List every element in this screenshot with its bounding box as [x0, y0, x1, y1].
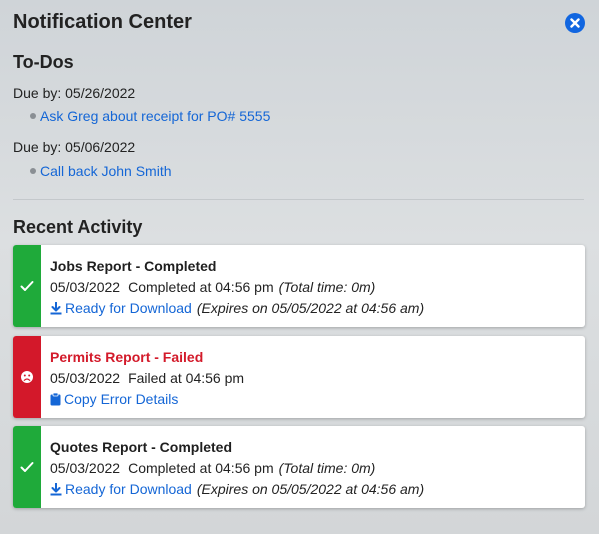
download-icon — [50, 301, 62, 314]
activity-card: Jobs Report - Completed 05/03/2022 Comple… — [13, 245, 585, 327]
activity-status-line: 05/03/2022 Completed at 04:56 pm (Total ti… — [50, 460, 375, 476]
recent-activity-heading: Recent Activity — [13, 217, 143, 237]
bullet-icon — [30, 168, 36, 174]
expiry-note: (Expires on 05/05/2022 at 04:56 am) — [196, 300, 425, 316]
todos-heading: To-Dos — [13, 52, 74, 72]
activity-date: 05/03/2022 — [50, 460, 121, 476]
todo-link[interactable]: Call back John Smith — [40, 163, 172, 179]
activity-extra: (Total time: 0m) — [278, 279, 376, 295]
todo-item[interactable]: Ask Greg about receipt for PO# 5555 — [30, 108, 270, 124]
download-icon — [50, 482, 62, 495]
download-link[interactable]: Ready for Download — [65, 300, 192, 316]
status-bar-success — [13, 245, 41, 327]
activity-status-text: Completed at 04:56 pm — [128, 279, 274, 295]
check-icon — [20, 281, 34, 291]
activity-card: Quotes Report - Completed 05/03/2022 Comp… — [13, 426, 585, 508]
due-date-label: Due by: 05/26/2022 — [13, 85, 136, 101]
status-bar-success — [13, 426, 41, 508]
activity-status-line: 05/03/2022 Completed at 04:56 pm (Total ti… — [50, 279, 375, 295]
notification-center-panel: Notification Center To-Dos Due by: 05/26… — [0, 0, 599, 534]
activity-date: 05/03/2022 — [50, 370, 121, 386]
activity-action-line: Ready for Download (Expires on 05/05/202… — [50, 481, 424, 497]
activity-action-line: Ready for Download (Expires on 05/05/202… — [50, 300, 424, 316]
activity-status-line: 05/03/2022 Failed at 04:56 pm — [50, 370, 244, 386]
download-link[interactable]: Ready for Download — [65, 481, 192, 497]
activity-status-text: Completed at 04:56 pm — [128, 460, 274, 476]
activity-action-line: Copy Error Details — [50, 391, 178, 407]
frown-icon — [21, 371, 33, 383]
panel-title: Notification Center — [13, 11, 192, 33]
close-icon — [570, 18, 580, 28]
activity-title: Permits Report - Failed — [50, 349, 204, 365]
todo-item[interactable]: Call back John Smith — [30, 163, 172, 179]
todo-link[interactable]: Ask Greg about receipt for PO# 5555 — [40, 108, 270, 124]
copy-error-link[interactable]: Copy Error Details — [64, 391, 178, 407]
section-divider — [13, 199, 584, 200]
activity-date: 05/03/2022 — [50, 279, 121, 295]
bullet-icon — [30, 113, 36, 119]
activity-card: Permits Report - Failed 05/03/2022 Failed… — [13, 336, 585, 418]
clipboard-icon — [50, 392, 61, 405]
check-icon — [20, 462, 34, 472]
due-date-label: Due by: 05/06/2022 — [13, 139, 136, 155]
activity-title: Jobs Report - Completed — [50, 258, 217, 274]
activity-title: Quotes Report - Completed — [50, 439, 233, 455]
close-button[interactable] — [565, 13, 585, 33]
expiry-note: (Expires on 05/05/2022 at 04:56 am) — [196, 481, 425, 497]
status-bar-failure — [13, 336, 41, 418]
activity-extra: (Total time: 0m) — [278, 460, 376, 476]
activity-status-text: Failed at 04:56 pm — [128, 370, 245, 386]
